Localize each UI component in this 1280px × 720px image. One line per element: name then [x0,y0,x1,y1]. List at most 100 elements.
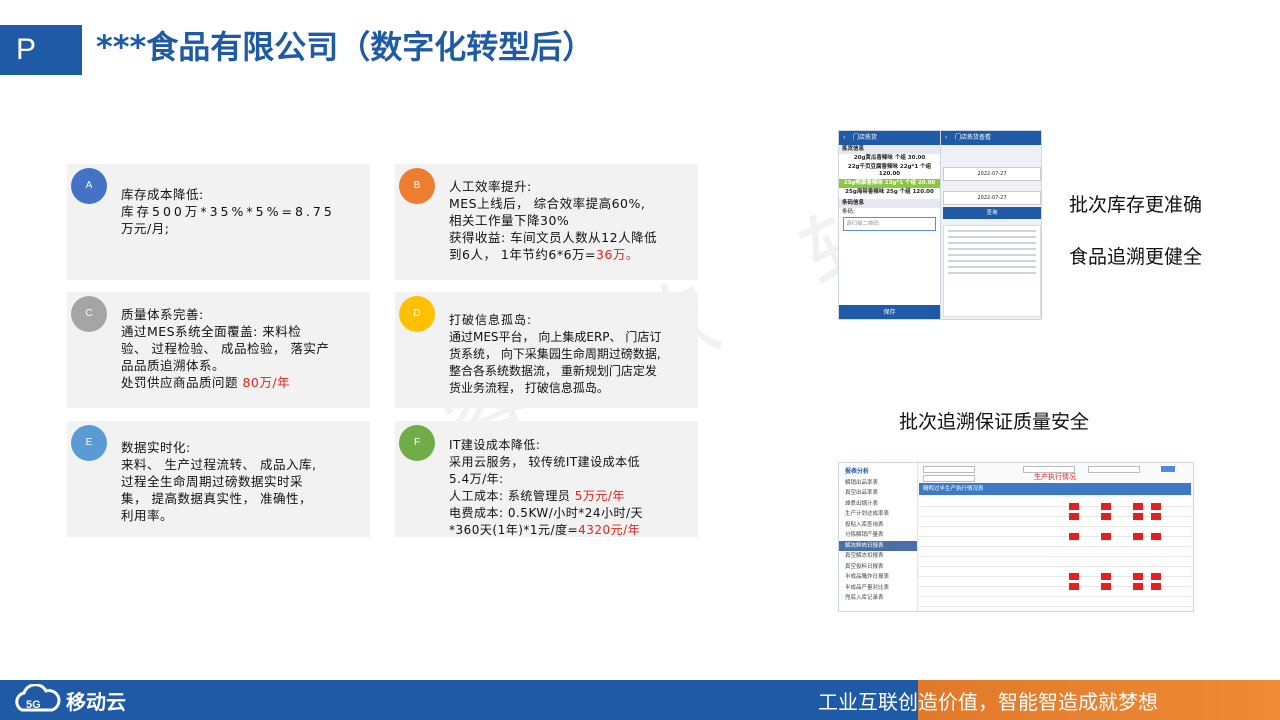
date-select[interactable]: 2022-07-27 [943,167,1041,181]
card-line: 利用率。 [121,508,174,523]
card-f-text: IT建设成本降低: 采用云服务， 较传统IT建设成本低 5.4万/年: 人工成本… [449,437,643,539]
page-badge: P [0,25,82,75]
save-button[interactable]: 保存 [839,305,940,319]
report-menu-item[interactable]: 分拣解销产量表 [839,530,917,541]
table-cell-alert [1101,513,1111,520]
table-cell-alert [1133,573,1143,580]
card-e-text: 数据实时化: 来料、 生产过程流转、 成品入库, 过程全生命周期过磅数据实时采 … [121,439,316,524]
mobile-section-title: 条码信息 [839,199,940,208]
card-line: 来料、 生产过程流转、 成品入库, [121,457,317,472]
mobile-right-title: 门店拣货查看 [955,134,992,141]
table-cell-alert [1133,503,1143,510]
result-panel [943,225,1041,317]
card-line: 货业务流程， 打破信息孤岛。 [449,381,609,395]
mobile-item[interactable]: 20g黄瓜香辣味 个组 30.00 [839,154,940,163]
table-cell-alert [1069,583,1079,590]
mobile-right-header: ‹ 门店拣货查看 [941,131,1041,145]
table-cell-alert [1101,503,1111,510]
back-icon[interactable]: ‹ [945,131,947,145]
footer-slogan: 工业互联创造价值，智能智造成就梦想 [818,690,1158,714]
badge-a: A [71,168,107,204]
card-c: C 质量体系完善: 通过MES系统全面覆盖: 来料检 验、 过程检验、 成品检验… [67,292,370,408]
table-cell-alert [1133,513,1143,520]
mobile-item[interactable]: 25g海带香辣味 25g 个组 120.00 [839,188,940,197]
report-menu-item[interactable]: 解销出品率表 [839,478,917,489]
card-line: 数据实时化: [121,440,191,455]
card-a-text: 库存成本降低: 库存500万*35%*5%=8.75 万元/月; [121,186,335,237]
report-menu-item[interactable]: 真空出品率表 [839,488,917,499]
report-menu-title: 报表分析 [845,468,870,475]
mobile-item[interactable]: 22g千页豆腐香辣味 22g*1 个组 120.00 [839,163,940,179]
card-line: 通过MES平台， 向上集成ERP、 门店订 [449,330,662,344]
report-menu-item[interactable]: 生产计划达成率表 [839,509,917,520]
mobile-screenshot: ‹ 门店拣货 拣货信息 20g黄瓜香辣味 个组 30.00 22g千页豆腐香辣味… [838,130,1042,320]
date-select[interactable]: 2022-07-27 [943,191,1041,205]
mobile-right-pane: ‹ 门店拣货查看 2022-07-27 2022-07-27 查询 [941,131,1041,319]
card-line: 通过MES系统全面覆盖: 来料检 [121,324,302,339]
report-menu-item[interactable]: 真空投料日报表 [839,562,917,573]
report-menu-item[interactable]: 兜底入库记录表 [839,593,917,604]
mobile-left-header: ‹ 门店拣货 [839,131,940,145]
card-line: 品品质追溯体系。 [121,358,226,373]
table-cell-alert [1069,503,1079,510]
card-b-text: 人工效率提升: MES上线后， 综合效率提高60%, 相关工作量下降30% 获得… [449,178,657,263]
cloud-logo-icon: 5G [15,684,61,712]
card-line: 打破信息孤岛: [449,313,533,327]
table-cell-alert [1101,573,1111,580]
table-cell-alert [1101,533,1111,540]
back-icon[interactable]: ‹ [843,131,845,145]
table-cell-alert [1101,583,1111,590]
card-line: 人工效率提升: [449,179,532,194]
badge-b: B [399,168,435,204]
badge-f: F [399,425,435,461]
barcode-input[interactable]: 请扫描二维码 [843,217,936,231]
report-menu-item[interactable]: 半成品腌炸日报表 [839,572,917,583]
table-cell-alert [1069,513,1079,520]
logo-text: 移动云 [66,689,126,714]
report-banner-title: 生产执行情况 [1034,473,1076,481]
table-cell-alert [1151,503,1161,510]
card-line: 库存500万*35%*5%=8.75 [121,204,335,219]
card-line: MES上线后， 综合效率提高60%, [449,196,646,211]
report-table [919,497,1191,609]
report-menu-item[interactable]: 投贴入库查询表 [839,520,917,531]
report-subtitle: 腌鸭过半生产执行情况表 [923,486,984,492]
report-menu-item[interactable]: 真空解冻扣报表 [839,551,917,562]
barcode-label: 条码: [842,209,855,215]
report-screenshot: 报表分析 解销出品率表 真空出品率表 焯煮出锅汁表 生产计划达成率表 投贴入库查… [838,462,1194,612]
report-menu-item[interactable]: 焯煮出锅汁表 [839,499,917,510]
page-title: ***食品有限公司（数字化转型后） [96,28,595,66]
card-line: 集， 提高数据真实性， 准确性， [121,491,312,506]
card-line: 整合各系统数据流， 重新规划门店定发 [449,364,657,378]
svg-text:5G: 5G [26,699,41,711]
table-cell-alert [1133,533,1143,540]
caption-batch-inventory: 批次库存更准确 [1069,194,1203,216]
badge-d: D [399,296,435,332]
report-menu-item[interactable]: 半成品产量对比表 [839,583,917,594]
card-line: IT建设成本降低: [449,438,541,452]
report-filter-bar-2[interactable] [923,475,975,482]
query-button[interactable]: 查询 [943,207,1041,219]
card-line: 验、 过程检验、 成品检验， 落实产 [121,341,330,356]
card-line: 获得收益: 车间文员人数从12人降低 [449,230,658,245]
mobile-left-pane: ‹ 门店拣货 拣货信息 20g黄瓜香辣味 个组 30.00 22g千页豆腐香辣味… [839,131,941,319]
card-line: 货系统， 向下采集园生命周期过磅数据, [449,347,661,361]
badge-e: E [71,425,107,461]
mobile-section-title: 拣货信息 [839,145,940,154]
table-cell-alert [1133,583,1143,590]
card-line: 到6人， 1年节约6*6万=36万。 [449,247,639,262]
card-d-text: 打破信息孤岛: 通过MES平台， 向上集成ERP、 门店订 货系统， 向下采集园… [449,312,661,397]
card-line: 人工成本: 系统管理员 5万元/年 [449,489,625,503]
caption-food-traceability: 食品追溯更健全 [1069,246,1203,268]
report-menu-item-active[interactable]: 解冻鲜肉日报表 [839,540,917,551]
caption-batch-trace-quality: 批次追溯保证质量安全 [899,411,1090,433]
card-line: 采用云服务， 较传统IT建设成本低 [449,455,641,469]
card-line: 质量体系完善: [121,307,204,322]
mobile-item-selected[interactable]: 23g鸭掌香辣味 23g*1 个组 20.00 [839,179,940,188]
table-cell-alert [1069,533,1079,540]
card-line: 万元/月; [121,221,170,236]
card-d: D 打破信息孤岛: 通过MES平台， 向上集成ERP、 门店订 货系统， 向下采… [395,292,698,408]
table-cell-alert [1151,583,1161,590]
card-line: 过程全生命周期过磅数据实时采 [121,474,304,489]
report-menu: 报表分析 解销出品率表 真空出品率表 焯煮出锅汁表 生产计划达成率表 投贴入库查… [839,463,918,611]
